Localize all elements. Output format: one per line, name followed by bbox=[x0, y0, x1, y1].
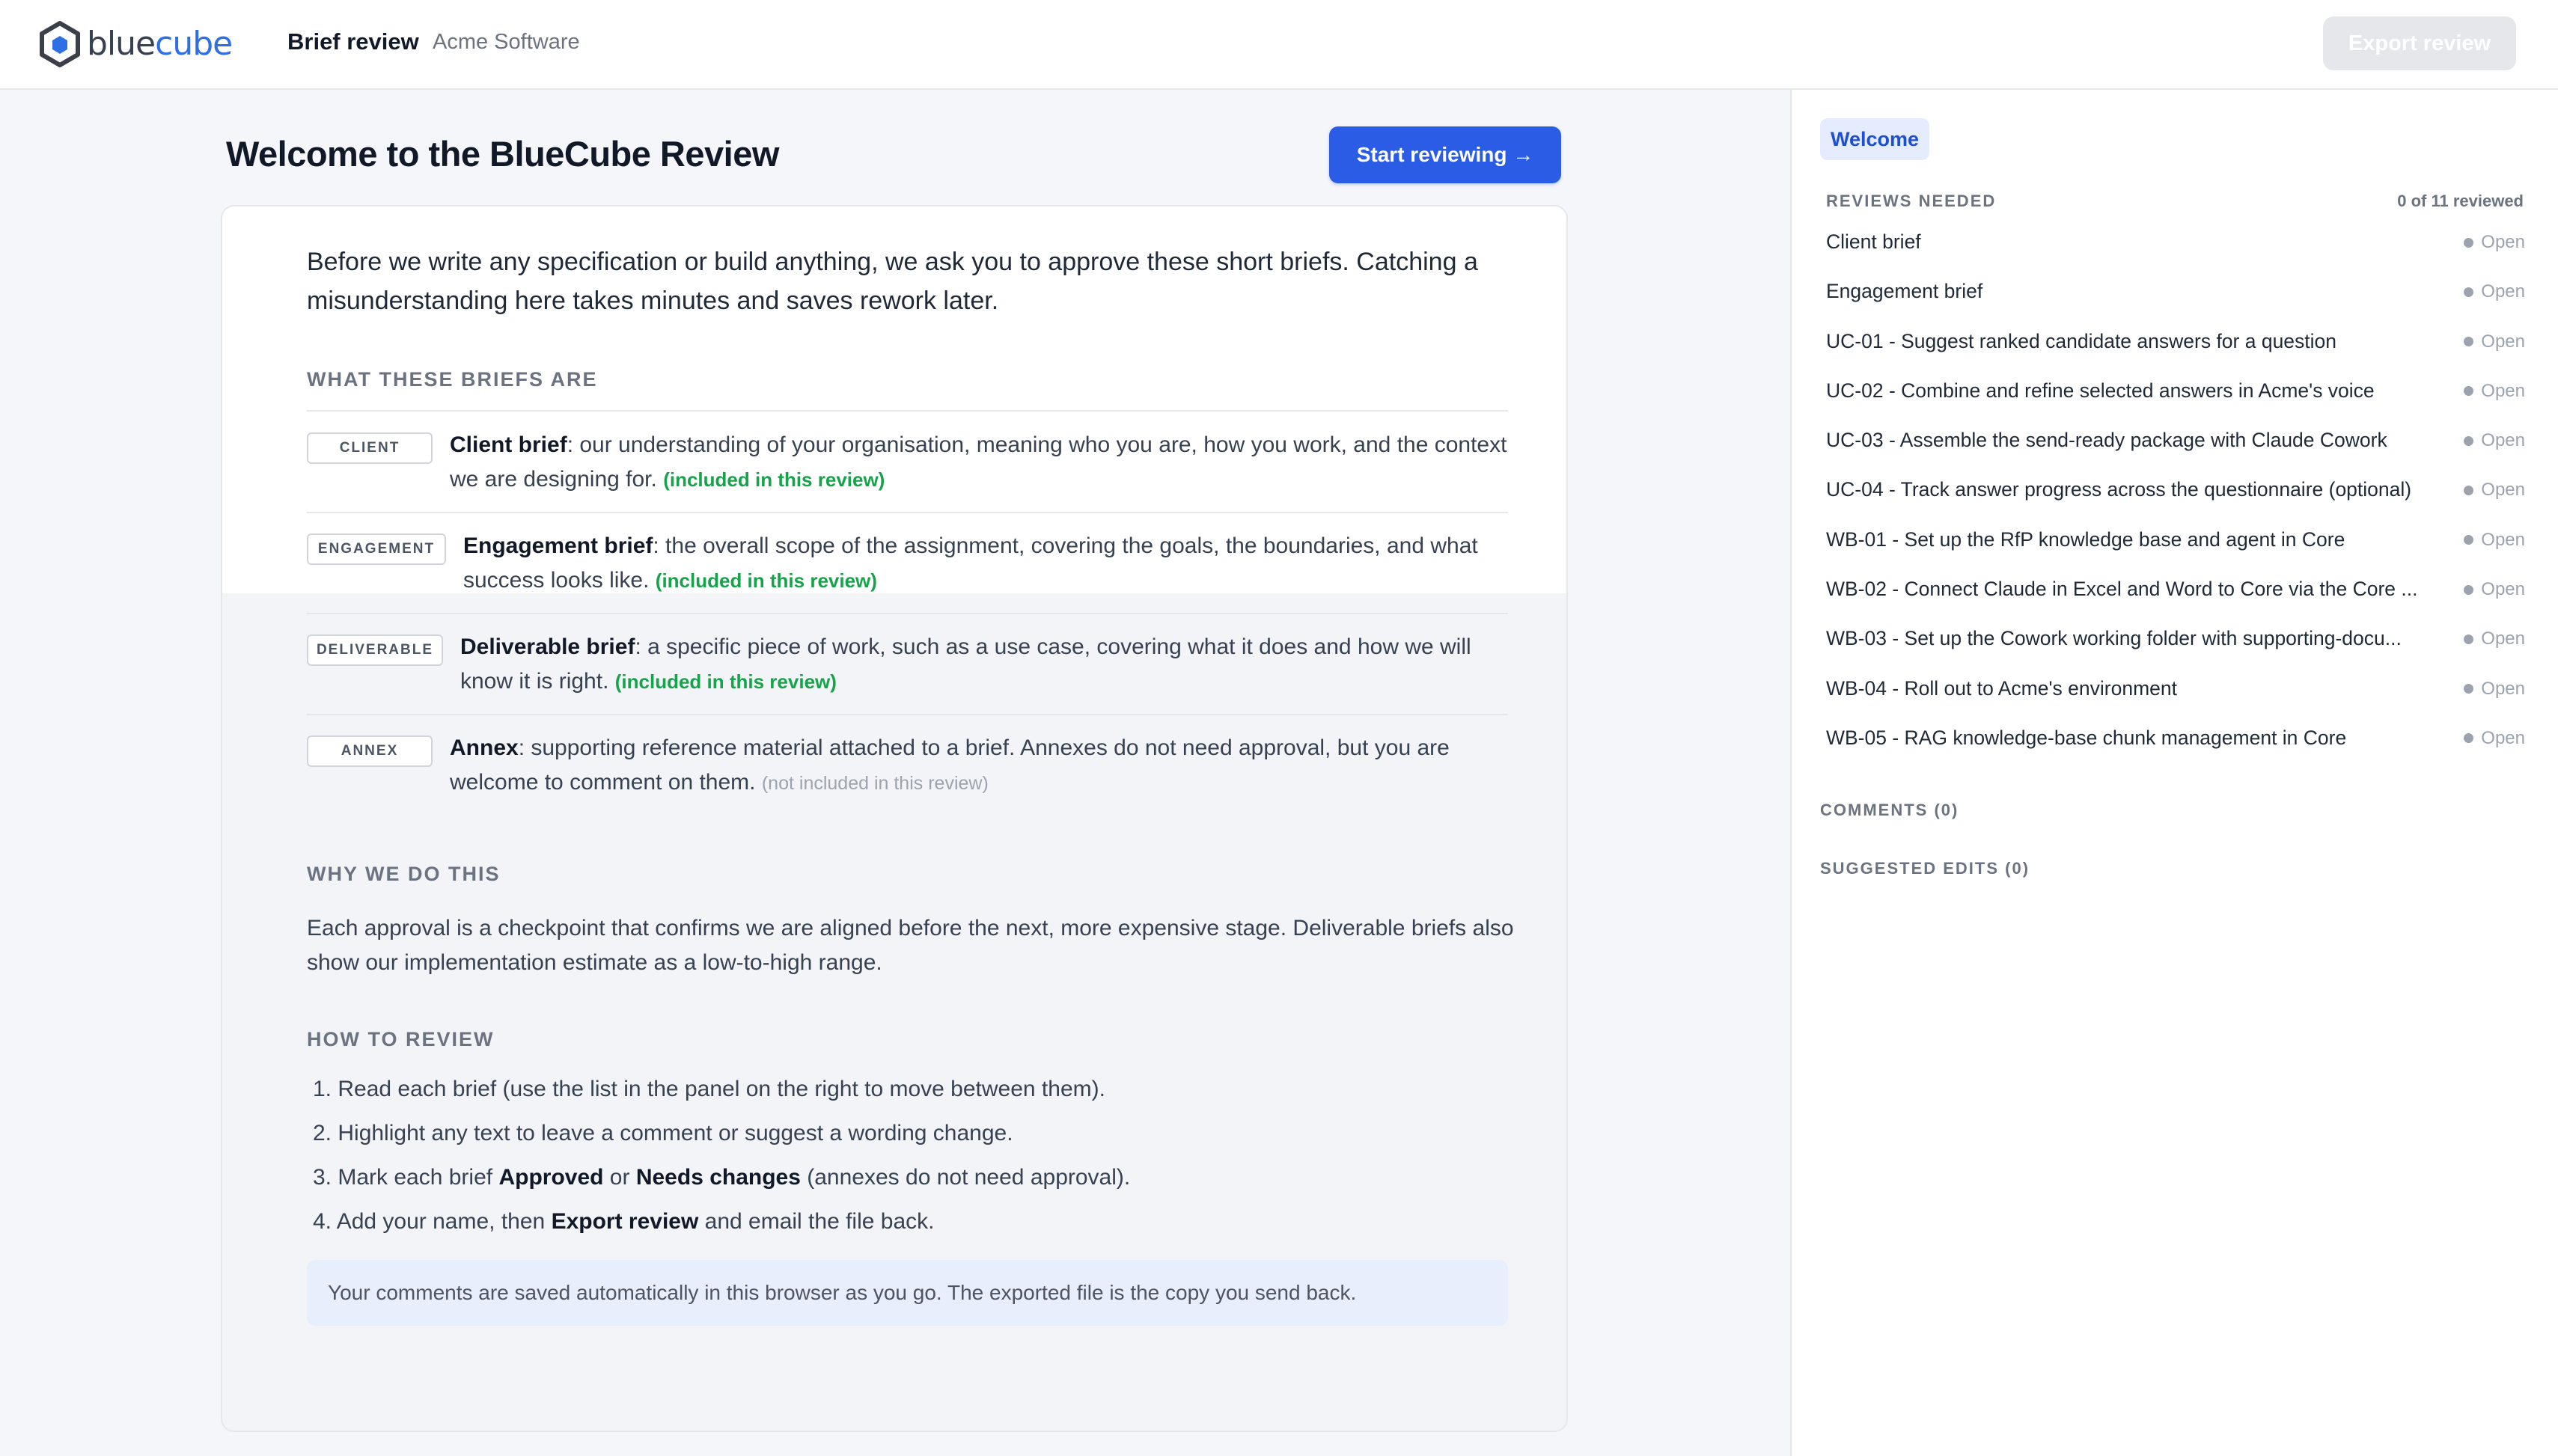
review-item-uc-01[interactable]: UC-01 - Suggest ranked candidate answers… bbox=[1826, 322, 2525, 372]
status-dot-icon bbox=[2464, 733, 2474, 744]
brief-description: Annex: supporting reference material att… bbox=[450, 735, 1450, 795]
page-title: Brief review bbox=[287, 28, 419, 55]
export-review-button[interactable]: Export review bbox=[2323, 16, 2516, 70]
inclusion-note: (included in this review) bbox=[655, 569, 877, 592]
status-dot-icon bbox=[2464, 535, 2474, 545]
brief-description: Client brief: our understanding of your … bbox=[450, 432, 1507, 492]
review-item-uc-02[interactable]: UC-02 - Combine and refine selected answ… bbox=[1826, 372, 2525, 421]
bluecube-logo[interactable]: bluecube bbox=[39, 21, 233, 67]
section-heading-how: HOW TO REVIEW bbox=[307, 1028, 495, 1050]
tag-badge: DELIVERABLE bbox=[307, 634, 443, 666]
list-item: 3. Mark each brief Approved or Needs cha… bbox=[313, 1165, 1131, 1190]
section-heading-what: WHAT THESE BRIEFS ARE bbox=[307, 368, 598, 391]
review-item-label: WB-03 - Set up the Cowork working folder… bbox=[1826, 627, 2402, 650]
why-text: Each approval is a checkpoint that confi… bbox=[307, 916, 1514, 975]
review-item-wb-03[interactable]: WB-03 - Set up the Cowork working folder… bbox=[1826, 620, 2525, 669]
brief-description: Deliverable brief: a specific piece of w… bbox=[460, 634, 1471, 694]
start-reviewing-button[interactable]: Start reviewing → bbox=[1329, 126, 1561, 183]
intro-text: Before we write any specification or bui… bbox=[307, 248, 1478, 315]
comments-heading[interactable]: COMMENTS (0) bbox=[1820, 801, 1959, 820]
nav-item-welcome[interactable]: Welcome bbox=[1820, 118, 1929, 160]
status-badge: Open bbox=[2464, 232, 2525, 253]
app: bluecube Brief review Acme Software Expo… bbox=[0, 0, 2558, 1456]
review-item-client-brief[interactable]: Client brief Open bbox=[1826, 223, 2525, 272]
status-badge: Open bbox=[2464, 679, 2525, 700]
inclusion-note: (included in this review) bbox=[614, 670, 837, 693]
suggested-edits-heading[interactable]: SUGGESTED EDITS (0) bbox=[1820, 859, 2030, 878]
status-badge: Open bbox=[2464, 728, 2525, 749]
status-badge: Open bbox=[2464, 628, 2525, 649]
welcome-heading: Welcome to the BlueCube Review bbox=[226, 134, 779, 174]
review-item-label: WB-02 - Connect Claude in Excel and Word… bbox=[1826, 578, 2418, 601]
status-badge: Open bbox=[2464, 430, 2525, 451]
status-badge: Open bbox=[2464, 331, 2525, 352]
list-item: 4. Add your name, then Export review and… bbox=[313, 1209, 935, 1234]
review-item-wb-05[interactable]: WB-05 - RAG knowledge-base chunk managem… bbox=[1826, 719, 2525, 768]
reviews-needed-heading: REVIEWS NEEDED bbox=[1826, 192, 1997, 210]
review-item-engagement-brief[interactable]: Engagement brief Open bbox=[1826, 272, 2525, 322]
divider bbox=[307, 512, 1508, 513]
tag-badge: ANNEX bbox=[307, 735, 433, 767]
status-badge: Open bbox=[2464, 281, 2525, 302]
inclusion-note: (not included in this review) bbox=[761, 773, 989, 794]
welcome-card: Before we write any specification or bui… bbox=[221, 205, 1568, 1432]
tag-badge: ENGAGEMENT bbox=[307, 533, 446, 565]
status-dot-icon bbox=[2464, 337, 2474, 347]
status-badge: Open bbox=[2464, 480, 2525, 501]
status-dot-icon bbox=[2464, 287, 2474, 297]
review-item-wb-02[interactable]: WB-02 - Connect Claude in Excel and Word… bbox=[1826, 570, 2525, 620]
status-dot-icon bbox=[2464, 684, 2474, 694]
status-dot-icon bbox=[2464, 386, 2474, 397]
review-steps-list: 1. Read each brief (use the list in the … bbox=[307, 1067, 1519, 1244]
divider bbox=[307, 613, 1508, 614]
review-item-uc-03[interactable]: UC-03 - Assemble the send-ready package … bbox=[1826, 421, 2525, 471]
review-item-label: WB-05 - RAG knowledge-base chunk managem… bbox=[1826, 726, 2347, 749]
review-item-label: Engagement brief bbox=[1826, 280, 1983, 303]
review-item-label: UC-01 - Suggest ranked candidate answers… bbox=[1826, 329, 2337, 352]
status-dot-icon bbox=[2464, 435, 2474, 446]
review-item-label: UC-04 - Track answer progress across the… bbox=[1826, 478, 2412, 501]
review-item-wb-04[interactable]: WB-04 - Roll out to Acme's environment O… bbox=[1826, 670, 2525, 719]
review-side-panel: Welcome REVIEWS NEEDED 0 of 11 reviewed … bbox=[1790, 90, 2558, 1456]
list-item: 1. Read each brief (use the list in the … bbox=[313, 1077, 1105, 1101]
review-item-label: Client brief bbox=[1826, 230, 1921, 253]
divider bbox=[307, 714, 1508, 715]
divider bbox=[307, 410, 1508, 412]
reviews-list: Client brief Open Engagement brief Open … bbox=[1826, 223, 2525, 768]
review-item-uc-04[interactable]: UC-04 - Track answer progress across the… bbox=[1826, 471, 2525, 520]
inclusion-note: (included in this review) bbox=[663, 468, 885, 491]
status-dot-icon bbox=[2464, 584, 2474, 595]
client-name: Acme Software bbox=[433, 30, 580, 54]
status-badge: Open bbox=[2464, 579, 2525, 600]
top-bar: bluecube Brief review Acme Software Expo… bbox=[0, 0, 2558, 90]
autosave-notice: Your comments are saved automatically in… bbox=[307, 1260, 1508, 1326]
status-badge: Open bbox=[2464, 381, 2525, 402]
cube-logo-icon bbox=[40, 21, 80, 67]
status-badge: Open bbox=[2464, 530, 2525, 551]
list-item: 2. Highlight any text to leave a comment… bbox=[313, 1121, 1013, 1145]
status-dot-icon bbox=[2464, 237, 2474, 248]
status-dot-icon bbox=[2464, 634, 2474, 644]
review-item-label: UC-03 - Assemble the send-ready package … bbox=[1826, 429, 2387, 452]
tag-badge: CLIENT bbox=[307, 432, 433, 464]
logo-wordmark: bluecube bbox=[87, 25, 233, 63]
review-item-label: UC-02 - Combine and refine selected answ… bbox=[1826, 379, 2375, 402]
review-item-label: WB-04 - Roll out to Acme's environment bbox=[1826, 676, 2177, 700]
status-dot-icon bbox=[2464, 485, 2474, 495]
review-item-wb-01[interactable]: WB-01 - Set up the RfP knowledge base an… bbox=[1826, 521, 2525, 570]
brief-description: Engagement brief: the overall scope of t… bbox=[463, 533, 1478, 593]
section-heading-why: WHY WE DO THIS bbox=[307, 863, 501, 885]
review-item-label: WB-01 - Set up the RfP knowledge base an… bbox=[1826, 527, 2345, 551]
reviewed-count: 0 of 11 reviewed bbox=[2397, 192, 2524, 210]
